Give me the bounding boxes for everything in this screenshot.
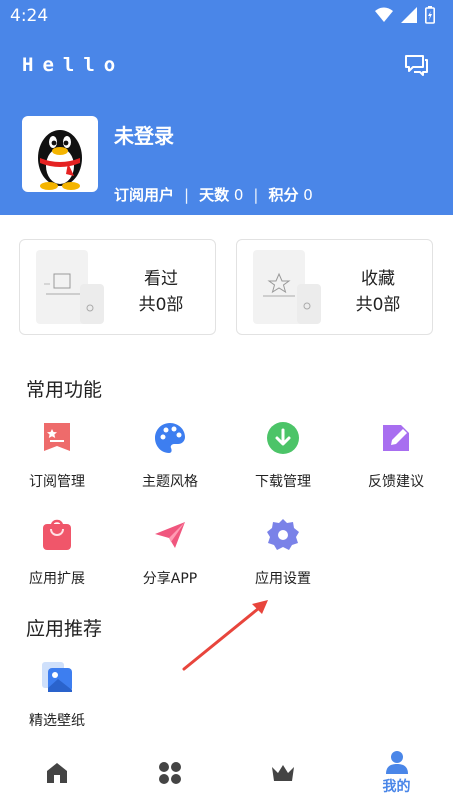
favorites-card[interactable]: 收藏 共0部 bbox=[236, 239, 433, 335]
theme-style-button[interactable]: 主题风格 bbox=[120, 421, 220, 491]
palette-icon bbox=[155, 423, 185, 453]
profile-icon bbox=[385, 750, 408, 774]
favorites-title: 收藏 bbox=[361, 269, 395, 289]
subscription-manage-button[interactable]: 订阅管理 bbox=[7, 421, 107, 491]
crown-icon bbox=[271, 764, 294, 781]
share-app-button[interactable]: 分享APP bbox=[120, 518, 220, 588]
feedback-icon bbox=[383, 425, 409, 451]
apps-icon bbox=[158, 761, 181, 784]
status-time: 4:24 bbox=[10, 6, 49, 26]
tab-vip[interactable] bbox=[226, 740, 339, 805]
points-stat: 积分 0 bbox=[268, 184, 312, 205]
user-stats: 订阅用户 | 天数 0 | 积分 0 bbox=[114, 184, 313, 205]
tab-mine-label: 我的 bbox=[382, 778, 411, 795]
battery-icon bbox=[425, 6, 435, 24]
annotation-arrow-icon bbox=[182, 600, 268, 671]
status-bar: 4:24 bbox=[0, 0, 453, 32]
feature-label: 应用设置 bbox=[255, 571, 311, 587]
common-functions-title: 常用功能 bbox=[26, 379, 103, 401]
tab-home[interactable] bbox=[0, 740, 113, 805]
history-title: 看过 bbox=[144, 269, 178, 289]
signal-icon bbox=[401, 7, 417, 23]
feature-label: 应用扩展 bbox=[29, 571, 85, 587]
subscription-icon bbox=[44, 423, 70, 451]
days-stat: 天数 0 bbox=[199, 184, 243, 205]
app-title: Hello bbox=[22, 54, 125, 76]
app-extension-button[interactable]: 应用扩展 bbox=[7, 518, 107, 588]
feedback-button[interactable]: 反馈建议 bbox=[346, 421, 446, 491]
app-settings-button[interactable]: 应用设置 bbox=[233, 518, 333, 588]
profile-header: 4:24 Hello 未登录 订阅用户 | 天数 0 | 积分 0 bbox=[0, 0, 453, 215]
bottom-tab-bar: 我的 bbox=[0, 740, 453, 805]
stats-divider: | bbox=[253, 185, 259, 204]
download-icon bbox=[267, 422, 299, 454]
history-card[interactable]: 看过 共0部 bbox=[19, 239, 216, 335]
favorites-illustration-icon bbox=[253, 250, 321, 324]
days-value: 0 bbox=[233, 186, 244, 204]
history-count: 共0部 bbox=[138, 295, 184, 315]
wifi-icon bbox=[375, 7, 393, 22]
wallpaper-icon bbox=[42, 662, 72, 692]
points-value: 0 bbox=[303, 186, 313, 204]
points-label: 积分 bbox=[268, 186, 299, 204]
settings-icon bbox=[267, 519, 299, 550]
feature-label: 下载管理 bbox=[255, 474, 311, 490]
feature-label: 反馈建议 bbox=[368, 474, 424, 490]
feature-label: 精选壁纸 bbox=[29, 713, 85, 729]
feature-label: 订阅管理 bbox=[29, 474, 85, 490]
feature-label: 主题风格 bbox=[142, 474, 198, 490]
penguin-avatar-icon bbox=[38, 130, 82, 190]
tab-apps[interactable] bbox=[113, 740, 226, 805]
app-recommend-title: 应用推荐 bbox=[26, 618, 103, 640]
status-icons bbox=[375, 6, 435, 24]
user-name[interactable]: 未登录 bbox=[114, 120, 174, 149]
share-icon bbox=[155, 522, 185, 548]
wallpaper-button[interactable]: 精选壁纸 bbox=[7, 660, 107, 730]
avatar[interactable] bbox=[22, 116, 98, 192]
message-icon[interactable] bbox=[403, 52, 429, 78]
home-icon bbox=[46, 762, 67, 783]
feature-label: 分享APP bbox=[142, 571, 198, 587]
favorites-count: 共0部 bbox=[355, 295, 401, 315]
tab-mine[interactable]: 我的 bbox=[340, 740, 453, 805]
stats-divider: | bbox=[184, 185, 190, 204]
days-label: 天数 bbox=[199, 186, 230, 204]
download-manage-button[interactable]: 下载管理 bbox=[233, 421, 333, 491]
history-illustration-icon bbox=[36, 250, 104, 324]
bag-icon bbox=[43, 519, 71, 550]
user-type: 订阅用户 bbox=[114, 186, 175, 204]
